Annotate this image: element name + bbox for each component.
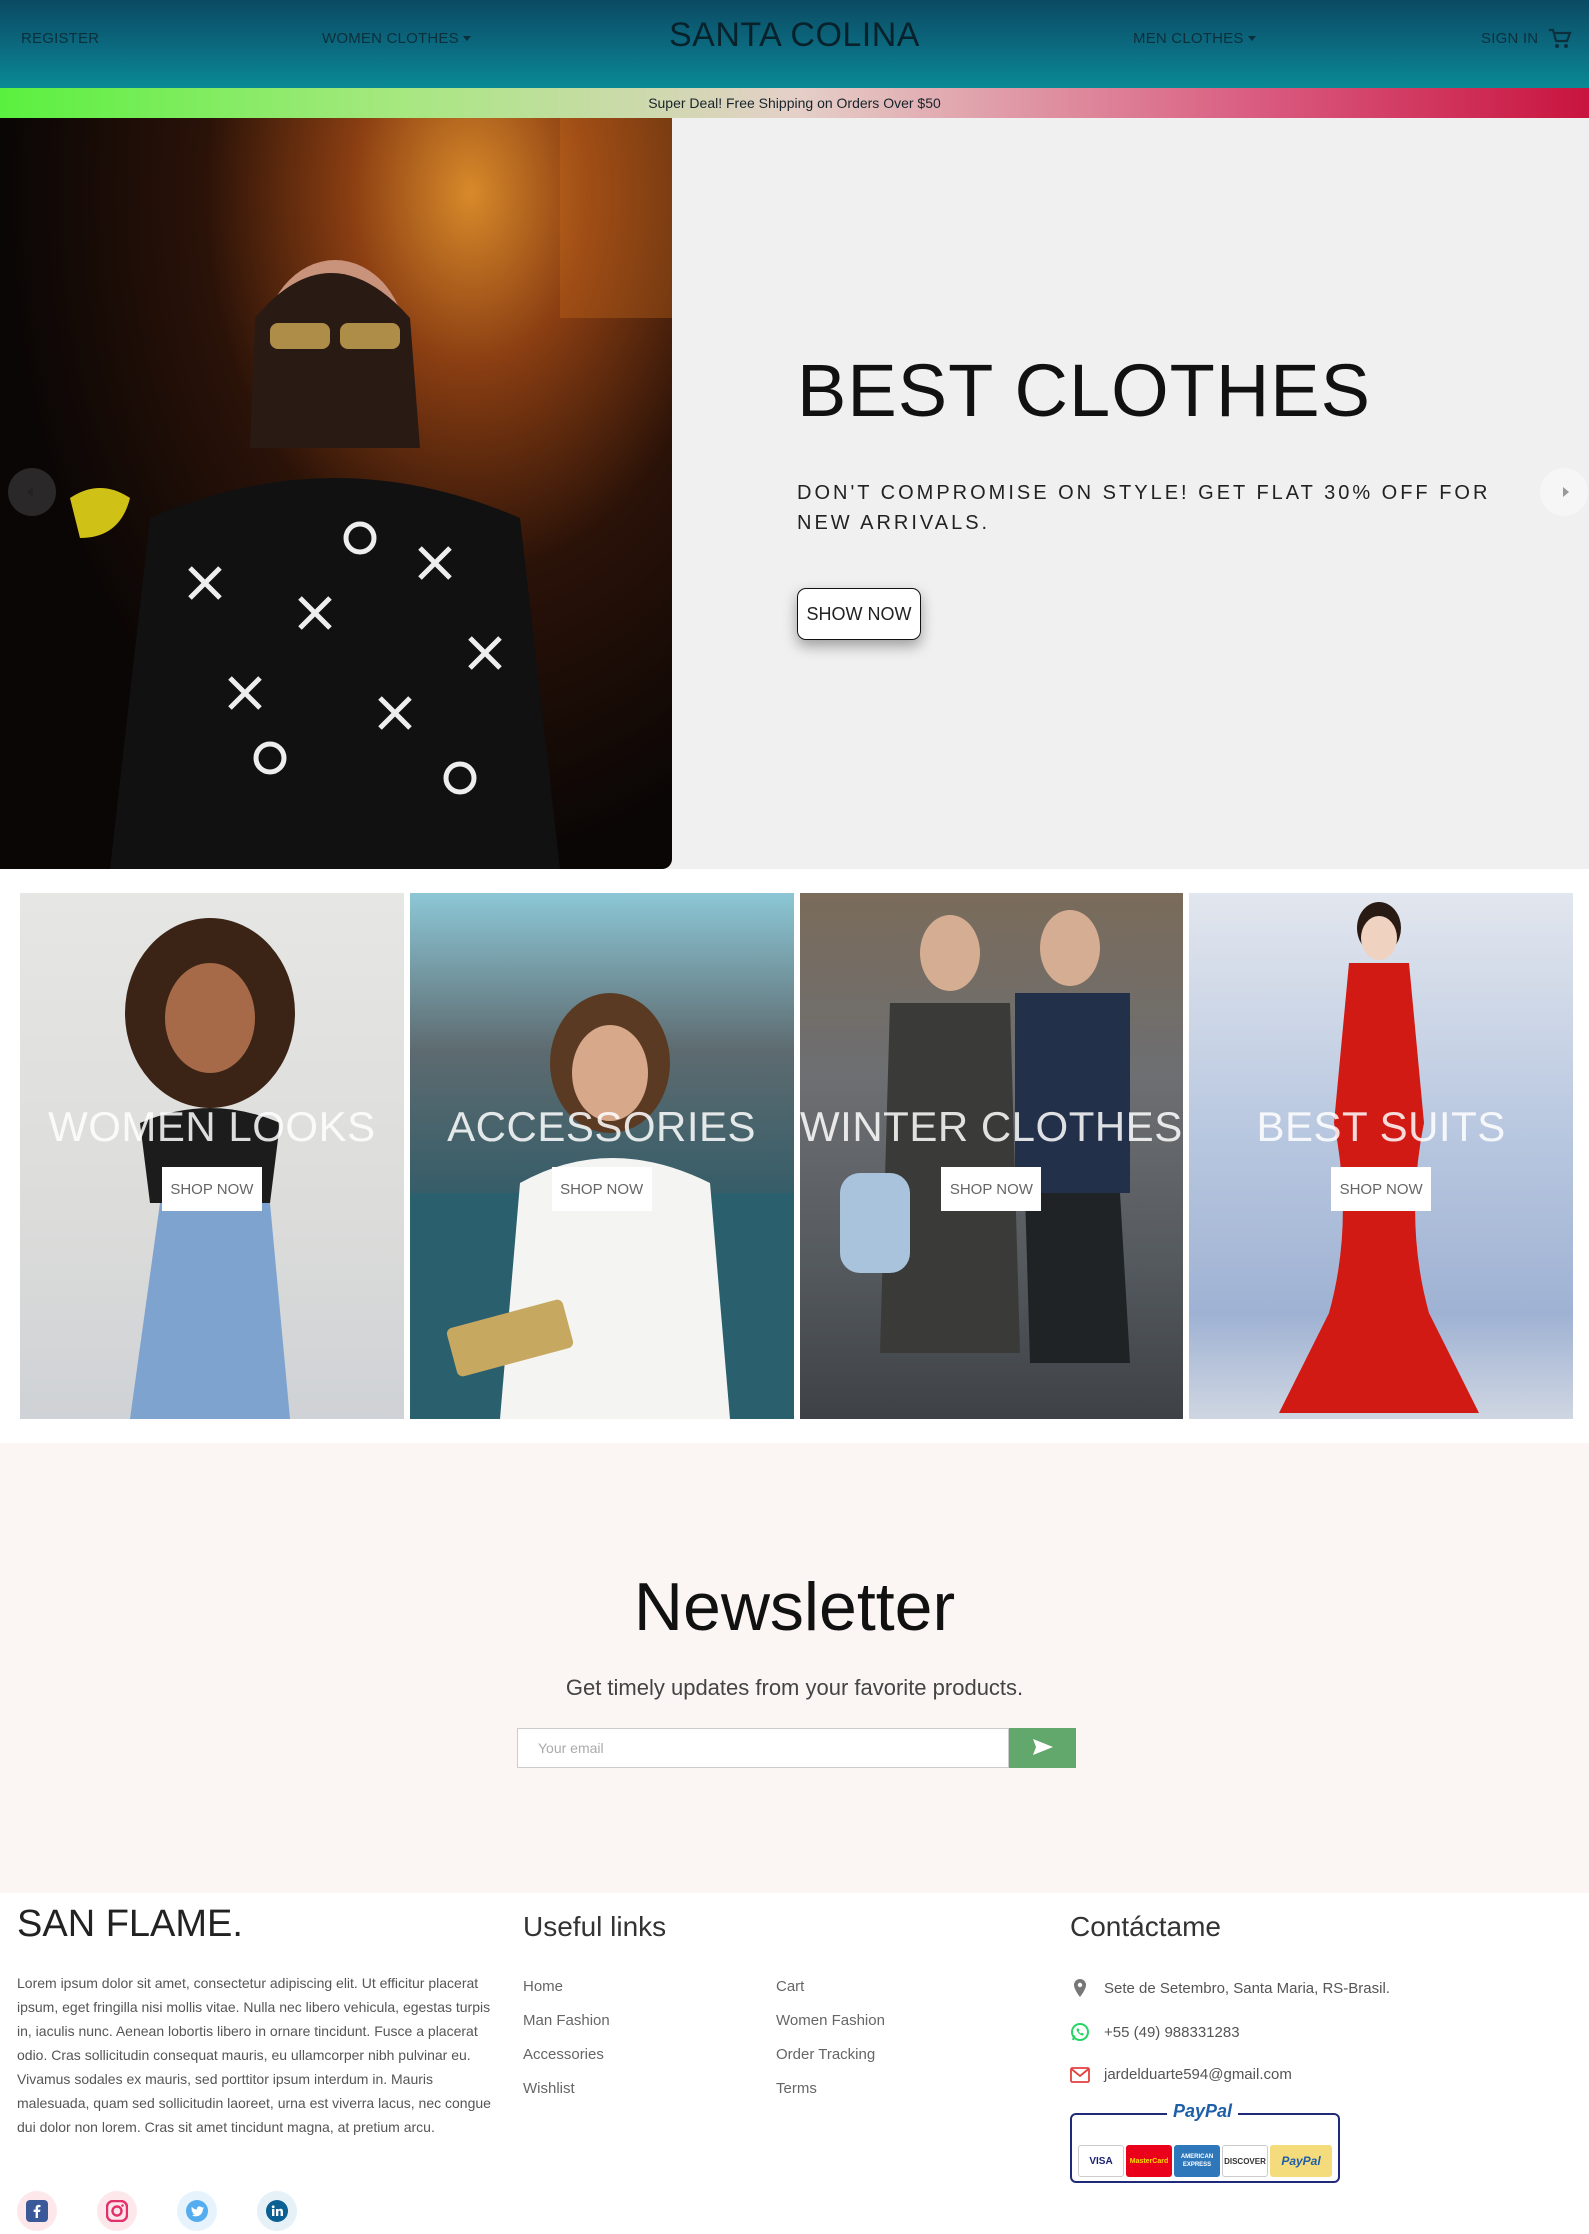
shop-now-button[interactable]: SHOP NOW: [551, 1167, 652, 1211]
men-clothes-dropdown[interactable]: MEN CLOTHES: [1133, 30, 1256, 47]
footer-link-accessories[interactable]: Accessories: [523, 2046, 604, 2063]
footer-link-man-fashion[interactable]: Man Fashion: [523, 2012, 610, 2029]
best-suits-image: [1279, 902, 1480, 1413]
mastercard-icon: MasterCard: [1126, 2145, 1172, 2177]
newsletter-title: Newsletter: [633, 1569, 956, 1645]
paypal-logo: PayPal: [1167, 2101, 1239, 2122]
newsletter-section: Newsletter Get timely updates from your …: [0, 1443, 1589, 1893]
promo-bar: Super Deal! Free Shipping on Orders Over…: [0, 88, 1589, 118]
amex-card-icon: AMERICAN EXPRESS: [1174, 2145, 1220, 2177]
top-navbar: REGISTER WOMEN CLOTHES SANTA COLINA MEN …: [0, 0, 1589, 88]
category-title: WINTER CLOTHES: [800, 1103, 1183, 1150]
carousel-next-button[interactable]: [1540, 468, 1588, 516]
promo-text: Super Deal! Free Shipping on Orders Over…: [648, 95, 941, 111]
twitter-icon: [186, 2200, 208, 2222]
hero-figure-illustration: [70, 118, 672, 869]
facebook-link[interactable]: [17, 2191, 57, 2231]
contact-email: jardelduarte594@gmail.com: [1070, 2066, 1292, 2083]
email-icon: [1070, 2066, 1090, 2083]
shop-now-button[interactable]: SHOP NOW: [1331, 1167, 1432, 1211]
footer-about-text: Lorem ipsum dolor sit amet, consectetur …: [17, 1975, 491, 2135]
carousel-prev-button[interactable]: [8, 468, 56, 516]
newsletter-subtitle: Get timely updates from your favorite pr…: [565, 1675, 1024, 1700]
contact-phone: +55 (49) 988331283: [1070, 2022, 1240, 2042]
brand-logo[interactable]: SANTA COLINA: [669, 16, 920, 54]
newsletter-email-input[interactable]: [517, 1728, 1009, 1768]
newsletter-send-button[interactable]: [1009, 1728, 1076, 1768]
hero-carousel: BEST CLOTHES DON'T COMPROMISE ON STYLE! …: [0, 118, 1589, 869]
contact-email-text: jardelduarte594@gmail.com: [1104, 2066, 1292, 2083]
footer-brand: SAN FLAME.: [17, 1903, 243, 1945]
contact-heading: Contáctame: [1070, 1911, 1221, 1942]
footer-link-cart[interactable]: Cart: [776, 1978, 804, 1995]
category-title: WOMEN LOOKS: [48, 1103, 376, 1150]
footer-link-order-tracking[interactable]: Order Tracking: [776, 2046, 875, 2063]
category-title: BEST SUITS: [1256, 1103, 1506, 1150]
sign-in-link[interactable]: SIGN IN: [1481, 30, 1538, 47]
shop-now-button[interactable]: SHOP NOW: [161, 1167, 262, 1211]
women-clothes-dropdown[interactable]: WOMEN CLOTHES: [322, 30, 471, 47]
contact-address: Sete de Setembro, Santa Maria, RS-Brasil…: [1070, 1978, 1390, 1998]
category-tiles: WOMEN LOOKS SHOP NOW ACCESSORIES SHOP NO…: [20, 893, 1573, 1419]
accessories-image: [409, 993, 794, 1419]
footer-link-terms[interactable]: Terms: [776, 2080, 817, 2097]
whatsapp-icon: [1071, 2023, 1089, 2041]
useful-links-heading: Useful links: [523, 1911, 667, 1942]
hero-image: [0, 118, 672, 869]
payment-methods-badge: PayPal VISA MasterCard AMERICAN EXPRESS …: [1070, 2101, 1340, 2183]
footer-link-women-fashion[interactable]: Women Fashion: [776, 2012, 885, 2029]
caret-down-icon: [1247, 36, 1256, 41]
winter-clothes-image: [839, 910, 1130, 1363]
show-now-button[interactable]: SHOW NOW: [797, 588, 921, 640]
women-clothes-label: WOMEN CLOTHES: [322, 30, 459, 47]
paypal-card-icon: PayPal: [1270, 2145, 1332, 2177]
location-pin-icon: [1074, 1979, 1086, 1997]
hero-subtitle: DON'T COMPROMISE ON STYLE! GET FLAT 30% …: [797, 482, 1491, 534]
twitter-link[interactable]: [177, 2191, 217, 2231]
cart-icon[interactable]: [1548, 28, 1572, 50]
category-best-suits[interactable]: BEST SUITS SHOP NOW: [1189, 893, 1573, 1419]
women-looks-image: [125, 918, 295, 1419]
category-accessories[interactable]: ACCESSORIES SHOP NOW: [409, 893, 794, 1419]
send-icon: [1032, 1738, 1053, 1755]
caret-down-icon: [462, 36, 471, 41]
linkedin-icon: [266, 2200, 288, 2222]
visa-card-icon: VISA: [1078, 2145, 1124, 2177]
instagram-link[interactable]: [97, 2191, 137, 2231]
contact-address-text: Sete de Setembro, Santa Maria, RS-Brasil…: [1104, 1979, 1390, 1997]
register-link[interactable]: REGISTER: [21, 30, 99, 47]
footer-link-wishlist[interactable]: Wishlist: [523, 2080, 575, 2097]
footer: SAN FLAME. Lorem ipsum dolor sit amet, c…: [0, 1893, 1589, 2234]
discover-card-icon: DISCOVER: [1222, 2145, 1268, 2177]
instagram-icon: [106, 2200, 128, 2222]
footer-link-home[interactable]: Home: [523, 1978, 563, 1995]
facebook-icon: [26, 2200, 48, 2222]
brand-logo-wrap: SANTA COLINA: [0, 16, 1589, 55]
contact-phone-text: +55 (49) 988331283: [1104, 2023, 1240, 2041]
men-clothes-label: MEN CLOTHES: [1133, 30, 1244, 47]
category-title: ACCESSORIES: [447, 1103, 757, 1150]
category-winter-clothes[interactable]: WINTER CLOTHES SHOP NOW: [799, 893, 1184, 1419]
category-women-looks[interactable]: WOMEN LOOKS SHOP NOW: [20, 893, 404, 1419]
shop-now-button[interactable]: SHOP NOW: [941, 1167, 1042, 1211]
linkedin-link[interactable]: [257, 2191, 297, 2231]
hero-title: BEST CLOTHES: [797, 349, 1372, 432]
